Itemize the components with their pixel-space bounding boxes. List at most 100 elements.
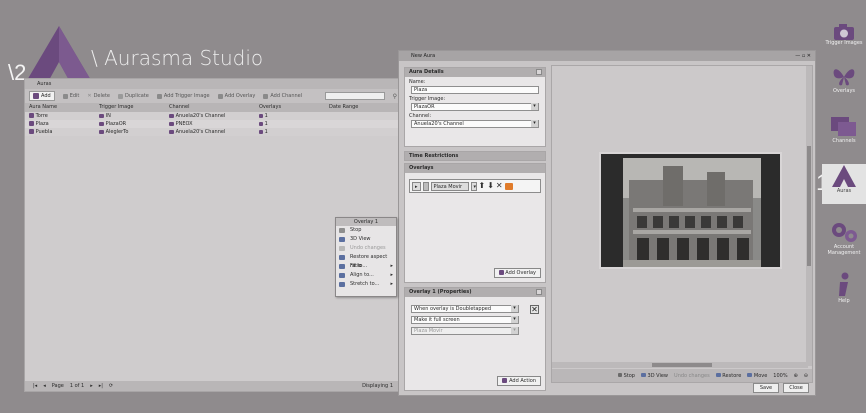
- time-restrictions-heading[interactable]: Time Restrictions: [404, 151, 546, 161]
- trigger-image-select[interactable]: PlazaOR: [411, 103, 539, 111]
- move-icon: [747, 373, 753, 377]
- remove-action-icon[interactable]: ✕: [530, 305, 539, 314]
- aura-details-panel: Aura Details Name: Plaza Trigger Image: …: [404, 67, 546, 147]
- add-trigger-image-button[interactable]: Add Trigger Image: [156, 93, 210, 99]
- ctx-3d-view[interactable]: 3D View: [336, 235, 396, 244]
- 3d-view-button[interactable]: 3D View: [640, 373, 668, 379]
- undo-changes-button[interactable]: Undo changes: [674, 373, 710, 379]
- ctx-align-to[interactable]: Align to... ▸: [336, 271, 396, 280]
- collapse-icon[interactable]: [536, 69, 542, 75]
- last-page-icon[interactable]: ▸|: [99, 383, 103, 389]
- table-row[interactable]: Puebla AleglerTo Anuela20's Channel 1: [25, 128, 401, 136]
- delete-icon: ✕: [87, 93, 92, 99]
- channel-icon: [263, 93, 269, 99]
- column-channel[interactable]: Channel: [169, 103, 259, 112]
- scroll-thumb[interactable]: [807, 146, 811, 266]
- ctx-restore-aspect-ratio[interactable]: Restore aspect ratio: [336, 253, 396, 269]
- first-page-icon[interactable]: |◂: [33, 383, 37, 389]
- stop-icon: [339, 228, 345, 233]
- zoom-level: 100%: [773, 372, 788, 379]
- search-icon[interactable]: ⚲: [393, 93, 397, 100]
- overlay-visibility-toggle[interactable]: ▸: [412, 181, 421, 191]
- table-row[interactable]: Plaza PlazaOR PNEOX 1: [25, 120, 401, 128]
- search-input[interactable]: [324, 92, 385, 100]
- nav-trigger-images[interactable]: Trigger Images: [822, 24, 866, 54]
- align-icon: [339, 273, 345, 278]
- submenu-arrow-icon: ▸: [390, 281, 393, 287]
- nav-channels[interactable]: Channels: [822, 116, 866, 156]
- scroll-thumb[interactable]: [652, 363, 712, 367]
- undo-icon: [339, 246, 345, 251]
- pencil-icon: [62, 93, 68, 99]
- aura-icon: [832, 165, 856, 187]
- overlay-color-icon[interactable]: [504, 182, 513, 190]
- action-type-select[interactable]: Make it full screen: [411, 316, 519, 324]
- nav-help[interactable]: Help: [822, 272, 866, 312]
- overlay-name: Plaza Movir: [430, 181, 469, 191]
- overlay-properties-panel: Overlay 1 (Properties) When overlay is D…: [404, 287, 546, 391]
- name-field[interactable]: Plaza: [411, 86, 539, 94]
- preview-area[interactable]: Stop 3D View Undo changes Restore Move 1…: [551, 65, 813, 383]
- horizontal-scrollbar[interactable]: [552, 362, 808, 368]
- nav-account-management[interactable]: Account Management: [822, 220, 866, 262]
- ctx-undo-changes[interactable]: Undo changes: [336, 244, 396, 253]
- duplicate-icon: [118, 93, 124, 99]
- vertical-scrollbar[interactable]: [806, 66, 812, 366]
- aura-icon: [29, 129, 34, 134]
- next-page-icon[interactable]: ▸: [90, 383, 93, 389]
- aurasma-logo-icon: [26, 26, 92, 82]
- channel-select[interactable]: Anuela20's Channel: [411, 120, 539, 128]
- submenu-arrow-icon: ▸: [390, 263, 393, 269]
- action-trigger-select[interactable]: When overlay is Doubletapped: [411, 305, 519, 313]
- edit-button[interactable]: Edit: [62, 93, 79, 99]
- trigger-image-preview[interactable]: [599, 152, 782, 269]
- restore-button[interactable]: Restore: [715, 373, 741, 379]
- dialog-title-bar: New Aura — ▫ ✕: [399, 51, 815, 61]
- move-down-icon[interactable]: ⬇: [487, 182, 494, 190]
- zoom-out-icon[interactable]: ⊖: [804, 373, 808, 379]
- pagination-bar: |◂ ◂ Page 1 of 1 ▸ ▸| ⟳ Displaying 1: [25, 381, 401, 391]
- zoom-in-icon[interactable]: ⊕: [794, 373, 798, 379]
- ctx-fit-to[interactable]: Fit to... ▸: [336, 262, 396, 271]
- column-aura-name[interactable]: Aura Name: [29, 103, 99, 112]
- add-overlay-button[interactable]: Add Overlay: [493, 268, 541, 278]
- window-controls[interactable]: — ▫ ✕: [795, 51, 811, 61]
- ctx-stretch-to[interactable]: Stretch to... ▸: [336, 280, 396, 289]
- overlay-dropdown-icon[interactable]: ▾: [470, 181, 477, 191]
- page-value: 1 of 1: [69, 383, 85, 389]
- new-aura-dialog: New Aura — ▫ ✕ Aura Details Name: Plaza …: [398, 50, 816, 396]
- collapse-icon[interactable]: [536, 289, 542, 295]
- camera-icon: [834, 24, 854, 40]
- overlays-heading: Overlays: [405, 164, 545, 173]
- move-button[interactable]: Move: [747, 373, 767, 379]
- column-date-range[interactable]: Date Range: [329, 103, 399, 112]
- add-channel-button[interactable]: Add Channel: [263, 93, 302, 99]
- ctx-stop[interactable]: Stop: [336, 226, 396, 235]
- column-trigger-image[interactable]: Trigger Image: [99, 103, 169, 112]
- overlay-item[interactable]: ▸ Plaza Movir ▾ ⬆ ⬇ ✕: [409, 179, 541, 193]
- add-overlay-button[interactable]: Add Overlay: [217, 93, 255, 99]
- remove-icon[interactable]: ✕: [496, 182, 503, 190]
- action-target-select[interactable]: Plaza Movir: [411, 327, 519, 335]
- channel-icon: [169, 113, 174, 118]
- butterfly-icon: [833, 69, 855, 86]
- channel-icon: [169, 129, 174, 134]
- table-row[interactable]: Torre IN Anuela20's Channel 1: [25, 112, 401, 120]
- cube-icon: [640, 373, 646, 377]
- stretch-icon: [339, 282, 345, 287]
- column-overlays[interactable]: Overlays: [259, 103, 329, 112]
- move-up-icon[interactable]: ⬆: [479, 182, 486, 190]
- prev-page-icon[interactable]: ◂: [43, 383, 46, 389]
- aura-details-heading: Aura Details: [405, 68, 545, 77]
- nav-auras[interactable]: Auras: [822, 164, 866, 204]
- stop-button[interactable]: Stop: [617, 373, 635, 379]
- close-button[interactable]: Close: [783, 383, 809, 393]
- nav-overlays[interactable]: Overlays: [822, 66, 866, 104]
- duplicate-button[interactable]: Duplicate: [118, 93, 149, 99]
- add-button[interactable]: Add: [29, 91, 55, 101]
- building-photo: [623, 158, 761, 267]
- save-button[interactable]: Save: [753, 383, 779, 393]
- refresh-icon[interactable]: ⟳: [109, 383, 113, 389]
- delete-button[interactable]: ✕ Delete: [87, 93, 110, 99]
- aura-icon: [29, 113, 34, 118]
